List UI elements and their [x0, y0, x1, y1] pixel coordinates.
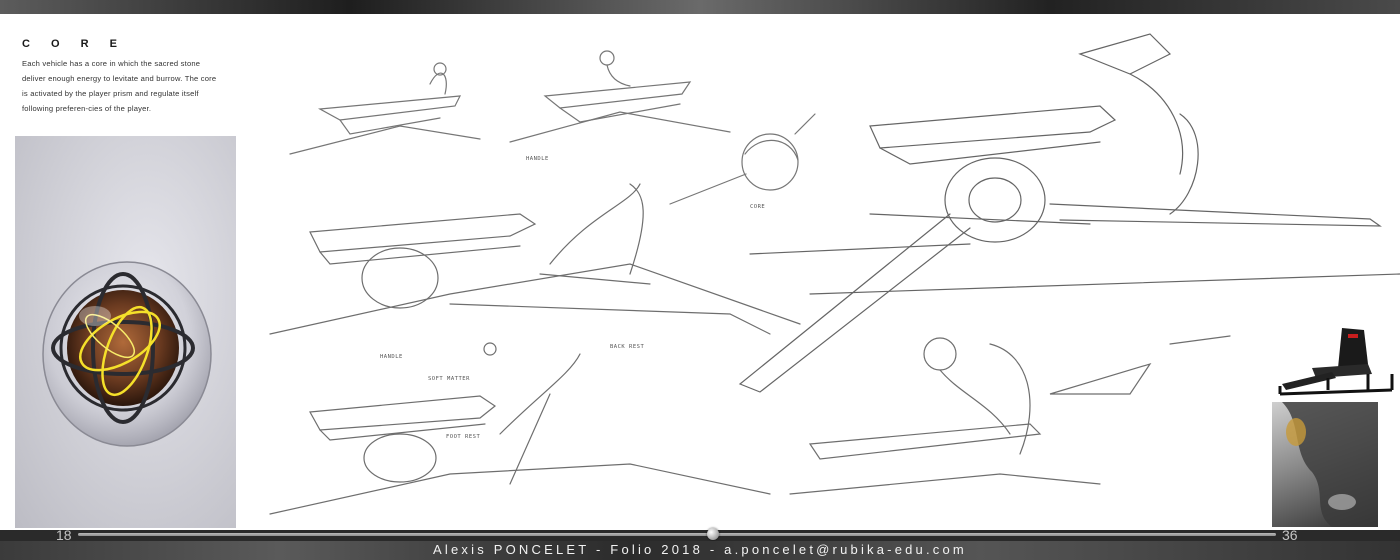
section-title: C O R E [22, 38, 126, 50]
sketch-small-1 [289, 62, 481, 155]
label-back-rest: BACK REST [610, 344, 645, 350]
rock-texture-icon [1282, 402, 1378, 527]
label-soft-matter: SOFT MATTER [428, 376, 470, 382]
racing-seat-icon [1278, 328, 1394, 396]
folio-page: C O R E Each vehicle has a core in which… [0, 14, 1400, 530]
sketch-small-2 [509, 50, 731, 143]
section-description: Each vehicle has a core in which the sac… [22, 59, 217, 113]
rock-material-reference-image [1272, 402, 1378, 527]
label-foot-rest: FOOT REST [446, 434, 481, 440]
scrollbar-thumb[interactable] [706, 528, 719, 540]
sketch-vehicle-bottom-left [269, 342, 771, 515]
page-scrollbar[interactable] [78, 533, 1276, 536]
footer-bar: Alexis PONCELET - Folio 2018 - a.poncele… [0, 541, 1400, 560]
racing-seat-reference-image [1272, 324, 1400, 400]
top-band [0, 0, 1400, 14]
sketch-core-detail [669, 113, 816, 205]
sketch-vehicle-bottom-right [789, 335, 1231, 495]
sketch-vehicle-mid [269, 183, 801, 335]
label-handle-top: HANDLE [526, 156, 549, 162]
label-core: CORE [750, 204, 766, 210]
vehicle-sketches: HANDLE CORE BACK REST HANDLE SOFT MATTER… [250, 14, 1400, 530]
core-render-image [15, 136, 236, 528]
core-sphere-icon [42, 261, 212, 447]
sketch-drawing [269, 33, 1400, 515]
footer-credit: Alexis PONCELET - Folio 2018 - a.poncele… [433, 542, 967, 557]
label-handle-bottom: HANDLE [380, 354, 403, 360]
